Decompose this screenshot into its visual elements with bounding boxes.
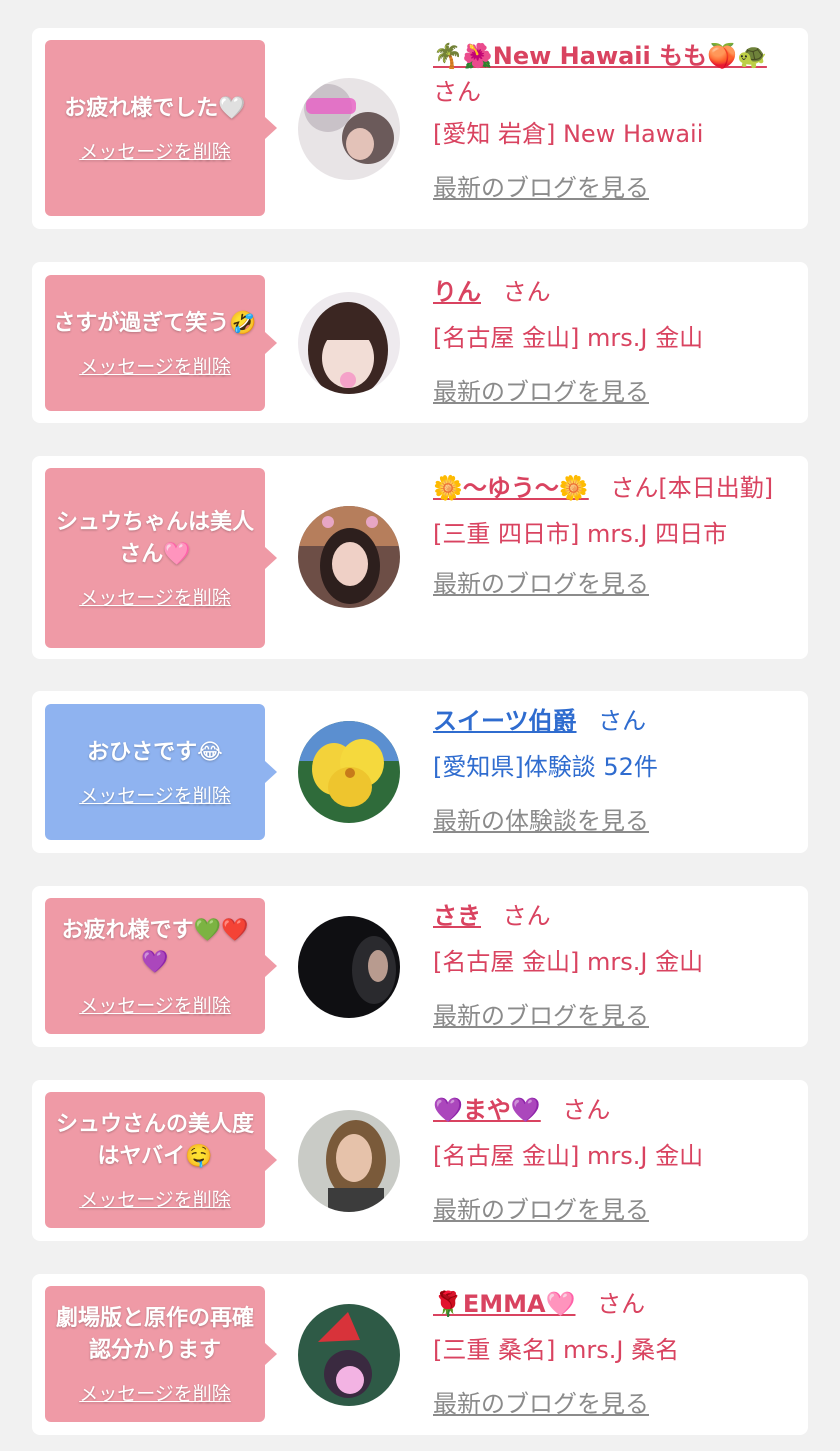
message-text: シュウちゃんは美人さん🩷 xyxy=(55,509,254,567)
delete-message-link[interactable]: メッセージを削除 xyxy=(79,991,231,1018)
sender-info: 🌼〜ゆう〜🌼 さん[本日出勤] [三重 四日市] mrs.J 四日市 最新のブロ… xyxy=(433,470,796,602)
message-card: シュウちゃんは美人さん🩷 メッセージを削除 🌼〜ゆう〜🌼 さん[本日出勤] [三… xyxy=(32,456,808,659)
honorific: さん xyxy=(502,902,551,930)
avatar[interactable] xyxy=(298,916,400,1018)
message-bubble: シュウちゃんは美人さん🩷 メッセージを削除 xyxy=(45,468,277,648)
message-text: お疲れ様でした🤍 xyxy=(64,95,246,121)
delete-message-link[interactable]: メッセージを削除 xyxy=(79,1379,231,1406)
honorific: さん xyxy=(598,707,647,735)
message-text: 劇場版と原作の再確認分かります xyxy=(55,1305,254,1363)
latest-blog-link[interactable]: 最新のブログを見る xyxy=(433,1386,796,1422)
latest-blog-link[interactable]: 最新のブログを見る xyxy=(433,1192,796,1228)
avatar[interactable] xyxy=(298,506,400,608)
message-card: さすが過ぎて笑う🤣 メッセージを削除 りん さん [名古屋 金山] mrs.J … xyxy=(32,262,808,423)
delete-message-link[interactable]: メッセージを削除 xyxy=(79,352,231,379)
message-bubble: おひさです😂 メッセージを削除 xyxy=(45,704,277,840)
message-text: シュウさんの美人度はヤバイ🤤 xyxy=(55,1111,254,1169)
shop-label: [三重 桑名] mrs.J 桑名 xyxy=(433,1336,680,1364)
latest-blog-link[interactable]: 最新のブログを見る xyxy=(433,998,796,1034)
sender-name-link[interactable]: 🌴🌺New Hawaii もも🍑🐢 xyxy=(433,42,767,70)
message-card: シュウさんの美人度はヤバイ🤤 メッセージを削除 💜まや💜 さん [名古屋 金山]… xyxy=(32,1080,808,1241)
latest-experience-link[interactable]: 最新の体験談を見る xyxy=(433,803,796,839)
avatar[interactable] xyxy=(298,1304,400,1406)
message-bubble: お疲れ様でした🤍 メッセージを削除 xyxy=(45,40,277,216)
sender-info: りん さん [名古屋 金山] mrs.J 金山 最新のブログを見る xyxy=(433,274,796,410)
latest-blog-link[interactable]: 最新のブログを見る xyxy=(433,566,796,602)
message-card: おひさです😂 メッセージを削除 スイーツ伯爵 さん [愛知県]体験談 52件 最… xyxy=(32,691,808,853)
sender-info: 💜まや💜 さん [名古屋 金山] mrs.J 金山 最新のブログを見る xyxy=(433,1092,796,1228)
delete-message-link[interactable]: メッセージを削除 xyxy=(79,1185,231,1212)
sender-name-link[interactable]: 🌹EMMA🩷 xyxy=(433,1290,576,1318)
message-bubble: シュウさんの美人度はヤバイ🤤 メッセージを削除 xyxy=(45,1092,277,1228)
message-text: お疲れ様です💚❤️💜 xyxy=(61,917,249,975)
message-bubble: 劇場版と原作の再確認分かります メッセージを削除 xyxy=(45,1286,277,1422)
honorific: さん xyxy=(502,278,551,306)
honorific: さん xyxy=(562,1096,611,1124)
sender-name-link[interactable]: りん xyxy=(433,278,481,306)
message-bubble: お疲れ様です💚❤️💜 メッセージを削除 xyxy=(45,898,277,1034)
sender-info: さき さん [名古屋 金山] mrs.J 金山 最新のブログを見る xyxy=(433,898,796,1034)
avatar[interactable] xyxy=(298,721,400,823)
delete-message-link[interactable]: メッセージを削除 xyxy=(79,137,231,164)
message-text: おひさです😂 xyxy=(87,739,223,765)
shop-label: [名古屋 金山] mrs.J 金山 xyxy=(433,324,704,352)
sender-info: 🌹EMMA🩷 さん [三重 桑名] mrs.J 桑名 最新のブログを見る xyxy=(433,1286,796,1422)
shop-label: [愛知県]体験談 52件 xyxy=(433,753,658,781)
sender-name-link[interactable]: さき xyxy=(433,902,481,930)
latest-blog-link[interactable]: 最新のブログを見る xyxy=(433,374,796,410)
sender-name-link[interactable]: 💜まや💜 xyxy=(433,1096,541,1124)
message-text: さすが過ぎて笑う🤣 xyxy=(53,310,257,336)
honorific: さん xyxy=(433,78,481,106)
message-card: お疲れ様でした🤍 メッセージを削除 🌴🌺New Hawaii もも🍑🐢 さん [… xyxy=(32,28,808,229)
delete-message-link[interactable]: メッセージを削除 xyxy=(79,583,231,610)
honorific: さん xyxy=(597,1290,646,1318)
message-bubble: さすが過ぎて笑う🤣 メッセージを削除 xyxy=(45,275,277,411)
message-card: お疲れ様です💚❤️💜 メッセージを削除 さき さん [名古屋 金山] mrs.J… xyxy=(32,886,808,1047)
sender-info: 🌴🌺New Hawaii もも🍑🐢 さん [愛知 岩倉] New Hawaii … xyxy=(433,38,796,206)
message-card: 劇場版と原作の再確認分かります メッセージを削除 🌹EMMA🩷 さん [三重 桑… xyxy=(32,1274,808,1435)
sender-name-link[interactable]: スイーツ伯爵 xyxy=(433,707,577,735)
shop-label: [名古屋 金山] mrs.J 金山 xyxy=(433,948,704,976)
latest-blog-link[interactable]: 最新のブログを見る xyxy=(433,170,796,206)
avatar[interactable] xyxy=(298,292,400,394)
shop-label: [愛知 岩倉] New Hawaii xyxy=(433,120,704,148)
avatar[interactable] xyxy=(298,1110,400,1212)
sender-info: スイーツ伯爵 さん [愛知県]体験談 52件 最新の体験談を見る xyxy=(433,703,796,839)
avatar[interactable] xyxy=(298,78,400,180)
honorific: さん[本日出勤] xyxy=(610,474,774,502)
sender-name-link[interactable]: 🌼〜ゆう〜🌼 xyxy=(433,474,589,502)
message-list: お疲れ様でした🤍 メッセージを削除 🌴🌺New Hawaii もも🍑🐢 さん [… xyxy=(0,0,840,1451)
shop-label: [三重 四日市] mrs.J 四日市 xyxy=(433,520,728,548)
delete-message-link[interactable]: メッセージを削除 xyxy=(79,781,231,808)
shop-label: [名古屋 金山] mrs.J 金山 xyxy=(433,1142,704,1170)
